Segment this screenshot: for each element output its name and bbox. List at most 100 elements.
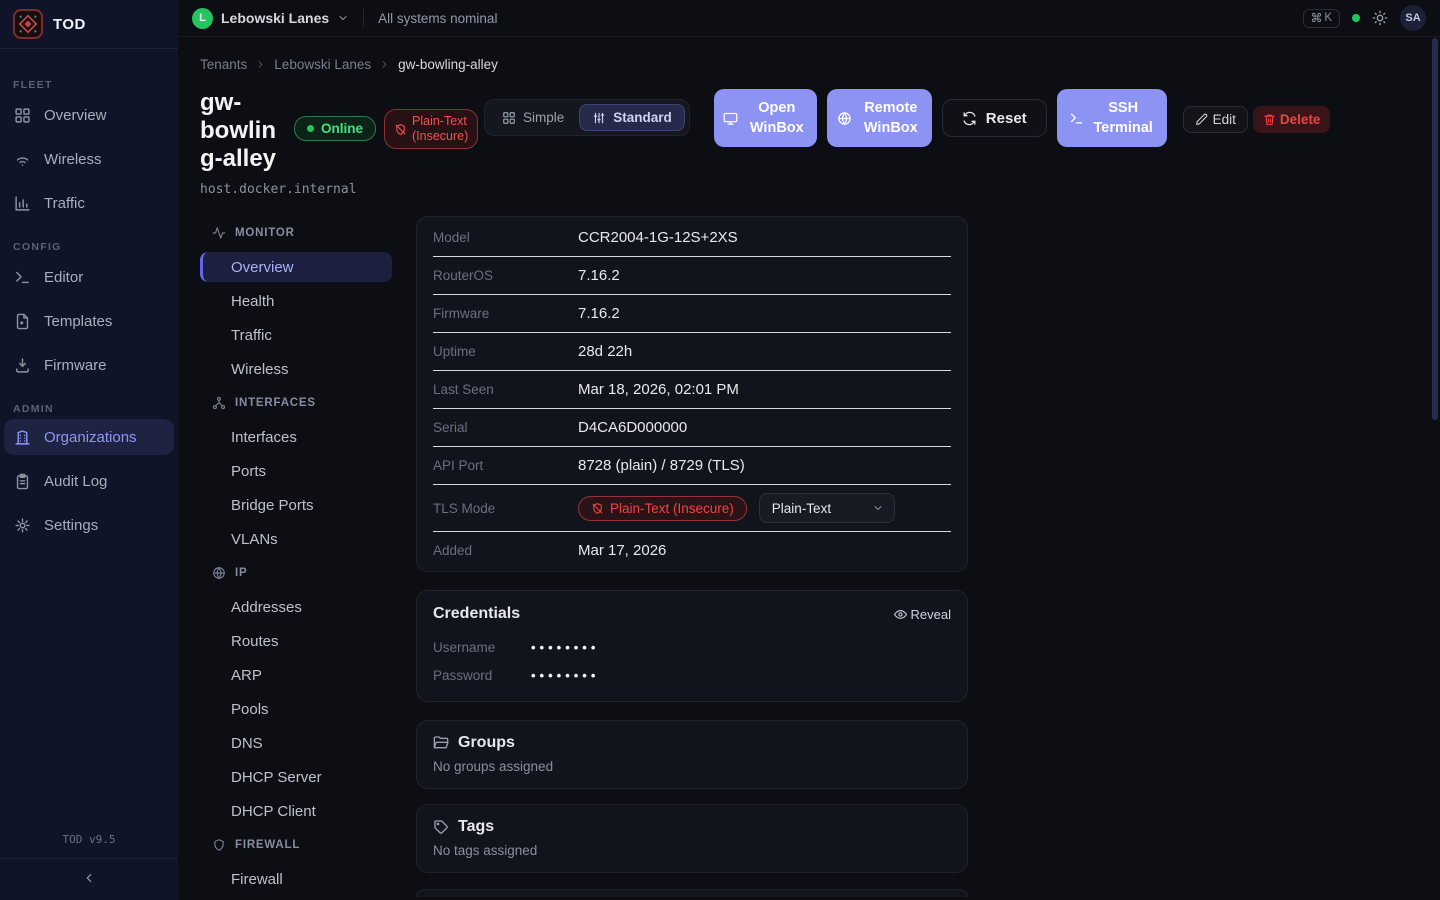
groups-title: Groups (458, 734, 515, 752)
breadcrumb-tenants[interactable]: Tenants (200, 57, 247, 72)
chevron-right-icon (255, 59, 266, 70)
remote-winbox-button[interactable]: Remote WinBox (827, 89, 932, 147)
subnav-item-traffic[interactable]: Traffic (200, 318, 392, 352)
breadcrumb: Tenants Lebowski Lanes gw-bowling-alley (200, 57, 1440, 72)
subnav-item-dhcp-client[interactable]: DHCP Client (200, 794, 392, 828)
subnav-header-firewall: FIREWALL (200, 828, 392, 862)
subnav-header-monitor: MONITOR (200, 216, 392, 250)
app-logo-row: TOD (0, 0, 178, 49)
sidebar-section-fleet: FLEET (0, 79, 178, 91)
subnav-item-dns[interactable]: DNS (200, 726, 392, 760)
sidebar-collapse-button[interactable] (0, 858, 178, 896)
reset-button[interactable]: Reset (942, 99, 1047, 137)
subnav-item-addresses[interactable]: Addresses (200, 590, 392, 624)
user-avatar[interactable]: SA (1400, 5, 1426, 31)
subnav-item-routes[interactable]: Routes (200, 624, 392, 658)
subnav-header-interfaces: INTERFACES (200, 386, 392, 420)
topbar-divider (363, 9, 364, 27)
grid-icon (14, 107, 31, 124)
sun-icon (1372, 10, 1388, 26)
groups-card: Groups No groups assigned (416, 720, 968, 789)
masked-username: •••••••• (531, 640, 951, 655)
activity-icon (212, 226, 226, 240)
toggle-standard[interactable]: Standard (579, 104, 685, 131)
sidebar-item-editor[interactable]: Editor (0, 255, 178, 299)
device-info-card: Model CCR2004-1G-12S+2XS RouterOS 7.16.2… (416, 216, 968, 572)
sidebar-item-audit-log[interactable]: Audit Log (0, 459, 178, 503)
reveal-button[interactable]: Reveal (894, 607, 951, 622)
subnav-item-firewall[interactable]: Firewall (200, 862, 392, 896)
ssh-terminal-button[interactable]: SSH Terminal (1057, 89, 1167, 147)
masked-password: •••••••• (531, 668, 951, 683)
subnav-item-health[interactable]: Health (200, 284, 392, 318)
subnav-item-mangle[interactable]: Mangle (200, 896, 392, 900)
subnav-item-wireless[interactable]: Wireless (200, 352, 392, 386)
device-host: host.docker.internal (200, 182, 1440, 197)
credentials-title: Credentials (433, 605, 520, 623)
sliders-icon (592, 111, 606, 125)
breadcrumb-tenant[interactable]: Lebowski Lanes (274, 57, 371, 72)
sidebar-item-label: Wireless (44, 151, 102, 168)
toggle-standard-label: Standard (613, 110, 672, 125)
sidebar-item-label: Traffic (44, 195, 85, 212)
sidebar-item-firmware[interactable]: Firmware (0, 343, 178, 387)
device-subnav: MONITOR Overview Health Traffic Wireless… (200, 216, 392, 900)
sidebar-section-admin: ADMIN (0, 403, 178, 415)
edit-button[interactable]: Edit (1183, 106, 1248, 133)
shield-off-icon (591, 502, 604, 515)
tag-icon (433, 819, 449, 835)
scrollbar-thumb[interactable] (1432, 38, 1438, 420)
subnav-item-dhcp-server[interactable]: DHCP Server (200, 760, 392, 794)
refresh-icon (962, 111, 977, 126)
subnav-item-vlans[interactable]: VLANs (200, 522, 392, 556)
delete-button[interactable]: Delete (1253, 106, 1331, 133)
wifi-icon (14, 151, 31, 168)
shield-off-icon (394, 123, 407, 136)
sidebar-item-traffic[interactable]: Traffic (0, 181, 178, 225)
grid-icon (502, 111, 516, 125)
sidebar-item-wireless[interactable]: Wireless (0, 137, 178, 181)
subnav-item-ports[interactable]: Ports (200, 454, 392, 488)
reveal-label: Reveal (911, 607, 951, 622)
sidebar-item-organizations[interactable]: Organizations (4, 419, 174, 455)
pencil-icon (1195, 113, 1208, 126)
toggle-simple-label: Simple (523, 110, 564, 125)
tls-mode-select[interactable]: Plain-Text (759, 493, 895, 523)
breadcrumb-device: gw-bowling-alley (398, 57, 498, 72)
subnav-item-arp[interactable]: ARP (200, 658, 392, 692)
sidebar-item-label: Settings (44, 517, 98, 534)
remote-winbox-label: Remote WinBox (860, 98, 922, 138)
next-card-partial (416, 889, 968, 897)
delete-label: Delete (1280, 112, 1321, 127)
view-mode-toggle: Simple Standard (484, 99, 690, 136)
subnav-item-interfaces[interactable]: Interfaces (200, 420, 392, 454)
topbar: L Lebowski Lanes All systems nominal K S… (178, 0, 1440, 37)
app-version: TOD v9.5 (0, 825, 178, 858)
main-content: Tenants Lebowski Lanes gw-bowling-alley … (178, 37, 1440, 900)
sidebar-item-label: Organizations (44, 429, 137, 446)
theme-toggle-button[interactable] (1372, 10, 1388, 26)
tenant-switcher[interactable]: L Lebowski Lanes (192, 8, 349, 29)
online-dot-icon (307, 125, 314, 132)
command-palette-shortcut[interactable]: K (1303, 9, 1340, 28)
subnav-item-overview[interactable]: Overview (200, 252, 392, 282)
info-row-added: Added Mar 17, 2026 (433, 532, 951, 569)
sidebar-item-label: Firmware (44, 357, 107, 374)
building-icon (14, 429, 31, 446)
sidebar-item-settings[interactable]: Settings (0, 503, 178, 547)
tenant-avatar: L (192, 8, 213, 29)
globe-icon (212, 566, 226, 580)
subnav-item-pools[interactable]: Pools (200, 692, 392, 726)
sidebar-item-overview[interactable]: Overview (0, 93, 178, 137)
tags-empty-text: No tags assigned (433, 843, 951, 858)
toggle-simple[interactable]: Simple (489, 104, 577, 131)
info-row-last-seen: Last Seen Mar 18, 2026, 02:01 PM (433, 371, 951, 409)
download-icon (14, 357, 31, 374)
status-badge-label: Online (321, 121, 363, 136)
chevron-right-icon (379, 59, 390, 70)
open-winbox-button[interactable]: Open WinBox (714, 89, 817, 147)
network-icon (212, 396, 226, 410)
system-status: All systems nominal (378, 11, 497, 26)
subnav-item-bridge-ports[interactable]: Bridge Ports (200, 488, 392, 522)
sidebar-item-templates[interactable]: Templates (0, 299, 178, 343)
